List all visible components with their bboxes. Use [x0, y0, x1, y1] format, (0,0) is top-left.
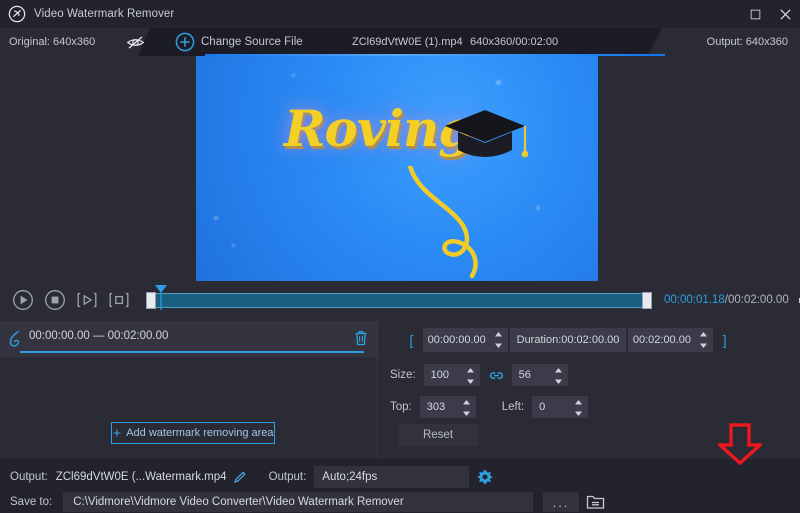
bracket-close-icon[interactable]: ] — [713, 328, 736, 352]
title-bar: Video Watermark Remover — [0, 0, 800, 28]
left-input[interactable]: 0 — [532, 396, 588, 418]
stepper-icon[interactable] — [574, 399, 583, 417]
size-label: Size: — [390, 369, 416, 381]
output-tab[interactable]: Output: 640x360 — [648, 28, 800, 56]
app-logo-icon — [8, 5, 26, 23]
start-time-input[interactable]: 00:00:00.00 — [423, 328, 509, 352]
save-to-label: Save to: — [10, 496, 52, 508]
current-time-label: 00:00:01.18 — [664, 294, 725, 306]
source-toolbar: Original: 640x360 Change Source File ZCl… — [0, 28, 800, 56]
size-width-input[interactable]: 100 — [424, 364, 480, 386]
original-resolution-label: Original: 640x360 — [9, 36, 95, 48]
player-control-bar: 00:00:01.18 /00:02:00.00 — [0, 283, 800, 317]
plus-circle-icon[interactable] — [175, 32, 195, 52]
video-squiggle-decoration — [406, 166, 516, 281]
trash-icon[interactable] — [353, 329, 369, 347]
top-label: Top: — [390, 401, 412, 413]
duration-value: Duration:00:02:00.00 — [517, 334, 620, 346]
position-row: Top: 303 Left: 0 — [390, 396, 588, 418]
reset-button[interactable]: Reset — [398, 424, 478, 446]
bracket-open-icon[interactable]: [ — [400, 328, 423, 352]
output-file-row: Output: ZCl69dVtW0E (...Watermark.mp4 Ou… — [10, 466, 493, 488]
browse-button[interactable]: ... — [543, 492, 579, 512]
size-height-value: 56 — [519, 369, 531, 381]
change-source-file-label: Change Source File — [201, 36, 303, 48]
browse-dots-label: ... — [553, 495, 570, 510]
timeline-trim-end-handle[interactable] — [642, 292, 652, 309]
pencil-icon[interactable] — [233, 470, 247, 484]
watermark-area-progress — [20, 351, 364, 353]
source-file-name: ZCl69dVtW0E (1).mp4 — [352, 28, 463, 56]
watermark-brush-icon — [7, 330, 23, 348]
window-controls — [740, 0, 800, 28]
output-label: Output: — [10, 471, 48, 483]
source-file-meta: 640x360/00:02:00 — [470, 28, 558, 56]
total-time-label: /00:02:00.00 — [725, 294, 789, 306]
timeline-track[interactable] — [154, 293, 648, 308]
save-location-row: Save to: C:\Vidmore\Vidmore Video Conver… — [10, 492, 533, 512]
output-resolution-label: Output: 640x360 — [707, 36, 788, 48]
video-preview[interactable]: Roving — [196, 56, 598, 281]
stepper-icon[interactable] — [699, 331, 708, 349]
left-value: 0 — [539, 401, 545, 413]
watermark-areas-panel: 00:00:00.00 — 00:02:00.00 + Add watermar… — [0, 317, 377, 459]
trim-range-row: [ 00:00:00.00 Duration:00:02:00.00 00:02… — [400, 328, 736, 352]
duration-display: Duration:00:02:00.00 — [510, 328, 626, 352]
change-source-file-button[interactable]: Change Source File — [201, 28, 303, 56]
eye-off-icon[interactable] — [126, 33, 145, 52]
output-format-select[interactable]: Auto;24fps — [314, 466, 469, 488]
add-watermark-area-label: Add watermark removing area — [126, 427, 273, 439]
end-time-value: 00:02:00.00 — [633, 334, 691, 346]
source-file-name-label: ZCl69dVtW0E (1).mp4 — [352, 36, 463, 48]
maximize-icon[interactable] — [740, 0, 770, 28]
stepper-icon[interactable] — [554, 367, 563, 385]
stop-circle-icon[interactable] — [44, 289, 66, 311]
left-label: Left: — [502, 401, 524, 413]
preview-stage: Roving — [0, 56, 800, 281]
output-file-name: ZCl69dVtW0E (...Watermark.mp4 — [56, 471, 227, 483]
gear-icon[interactable] — [477, 469, 493, 485]
top-value: 303 — [427, 401, 445, 413]
window-title: Video Watermark Remover — [34, 8, 174, 20]
timeline-scrubber[interactable] — [146, 290, 648, 310]
snapshot-icon[interactable] — [108, 289, 130, 311]
add-watermark-area-button[interactable]: + Add watermark removing area — [111, 422, 275, 444]
source-file-meta-label: 640x360/00:02:00 — [470, 36, 558, 48]
reset-label: Reset — [423, 429, 453, 441]
output-format-value: Auto;24fps — [322, 471, 377, 483]
start-time-value: 00:00:00.00 — [428, 334, 486, 346]
save-path-value: C:\Vidmore\Vidmore Video Converter\Video… — [73, 496, 403, 508]
video-wordmark: Roving — [284, 98, 464, 160]
output-format-label: Output: — [269, 471, 307, 483]
size-width-value: 100 — [431, 369, 449, 381]
lower-section: 00:00:00.00 — 00:02:00.00 + Add watermar… — [0, 317, 800, 459]
red-down-arrow-icon — [718, 423, 762, 465]
frame-forward-icon[interactable] — [76, 289, 98, 311]
app-window: Video Watermark Remover Original: 640x36… — [0, 0, 800, 513]
size-height-input[interactable]: 56 — [512, 364, 568, 386]
link-icon[interactable] — [489, 369, 504, 382]
graduation-cap-icon — [442, 104, 528, 170]
stepper-icon[interactable] — [494, 331, 503, 349]
close-icon[interactable] — [770, 0, 800, 28]
end-time-input[interactable]: 00:02:00.00 — [628, 328, 714, 352]
top-input[interactable]: 303 — [420, 396, 476, 418]
stepper-icon[interactable] — [466, 367, 475, 385]
size-row: Size: 100 — [390, 364, 568, 386]
plus-icon: + — [112, 426, 121, 441]
play-circle-icon[interactable] — [12, 289, 34, 311]
output-bar: Output: ZCl69dVtW0E (...Watermark.mp4 Ou… — [0, 459, 800, 513]
stepper-icon[interactable] — [462, 399, 471, 417]
playhead-marker[interactable] — [154, 284, 168, 310]
watermark-area-time-range: 00:00:00.00 — 00:02:00.00 — [29, 330, 168, 342]
folder-icon[interactable] — [586, 493, 605, 510]
save-path-input[interactable]: C:\Vidmore\Vidmore Video Converter\Video… — [63, 492, 533, 512]
watermark-area-list-item[interactable]: 00:00:00.00 — 00:02:00.00 — [0, 321, 377, 357]
